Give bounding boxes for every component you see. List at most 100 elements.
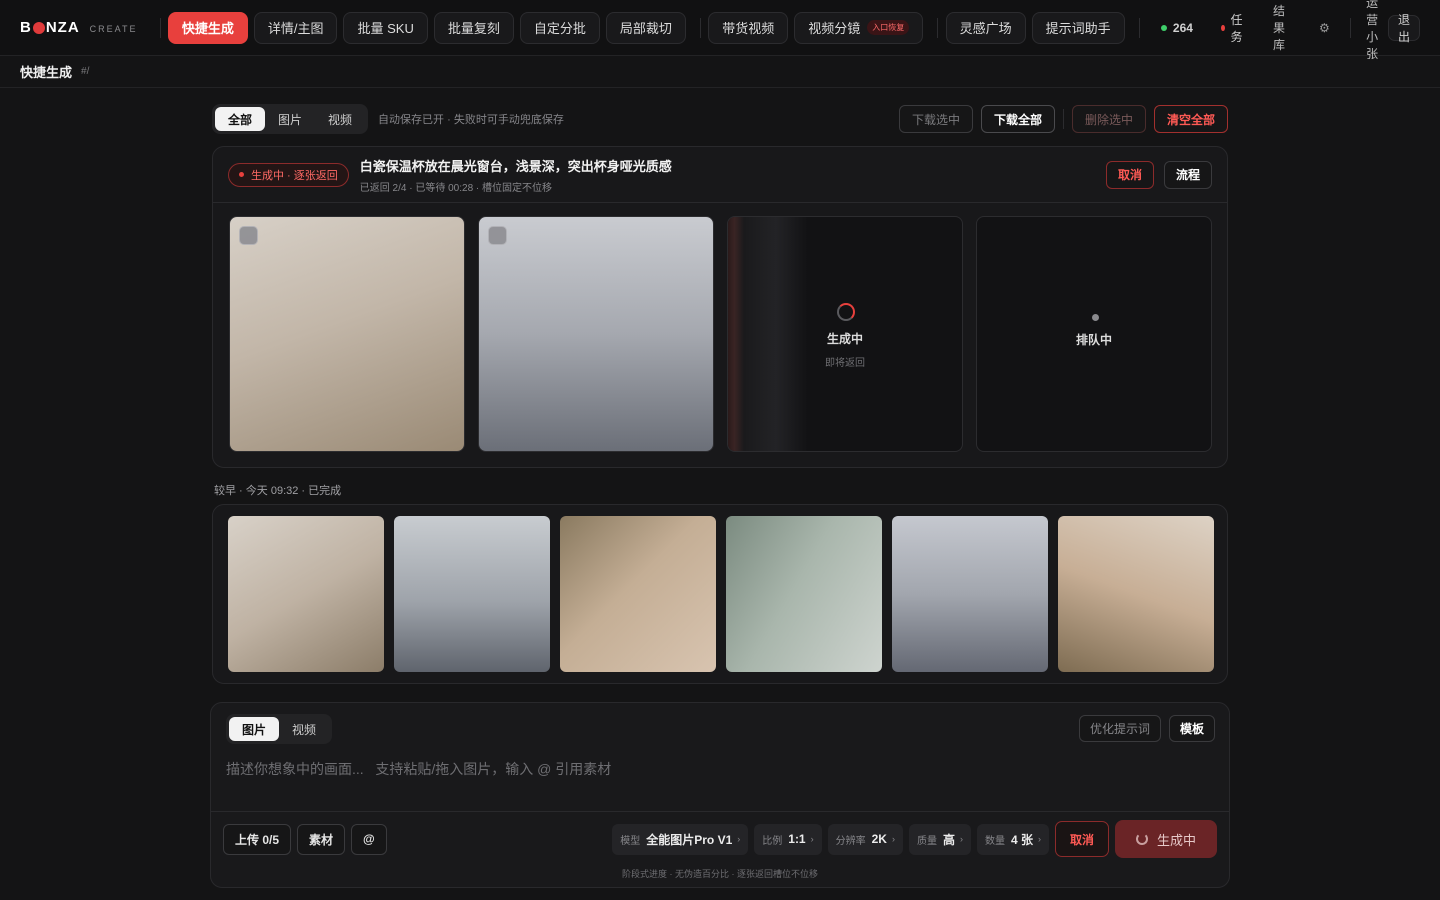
tab-video-mode[interactable]: 视频 [279, 717, 329, 741]
param-value: 高 [942, 832, 955, 847]
gear-icon[interactable]: ⚙ [1319, 21, 1330, 35]
nav-custom-batch[interactable]: 自定分批 [519, 11, 600, 44]
status-text: 生成中 · 逐张返回 [251, 169, 338, 182]
param-value: 4 张 [1010, 832, 1033, 847]
ratio-select[interactable]: 比例 1:1 › [754, 823, 822, 855]
cancel-task-button[interactable]: 取消 [1105, 160, 1154, 189]
chevron-right-icon: › [891, 834, 895, 844]
nav-detail-main-image[interactable]: 详情/主图 [253, 11, 338, 44]
prompt-input[interactable] [226, 757, 1206, 781]
generate-label: 生成中 [1156, 832, 1196, 848]
alert-dot-icon [1220, 24, 1225, 31]
nav-batch-replicate[interactable]: 批量复刻 [433, 11, 514, 44]
result-thumbnail[interactable] [394, 516, 550, 672]
assets-button[interactable]: 素材 [297, 823, 346, 855]
result-image-slot[interactable] [229, 216, 465, 452]
param-value: 2K [871, 832, 887, 846]
chevron-right-icon: › [810, 834, 814, 844]
generate-button[interactable]: 生成中 [1115, 820, 1217, 858]
queued-label: 排队中 [1075, 333, 1112, 347]
logo-subtitle: CREATE [89, 24, 138, 34]
status-badge: 入口恢复 [867, 20, 910, 35]
download-selected-button[interactable]: 下载选中 [898, 105, 973, 133]
tab-images[interactable]: 图片 [265, 107, 315, 131]
template-button[interactable]: 模板 [1168, 715, 1215, 742]
nav-video-storyboard[interactable]: 视频分镜 入口恢复 [794, 11, 924, 44]
task-meta: 已返回 2/4 · 已等待 00:28 · 槽位固定不位移 [359, 182, 553, 194]
divider [211, 811, 1229, 812]
tasks-label: 任务 [1230, 12, 1243, 44]
top-nav-bar: B NZA CREATE 快捷生成 详情/主图 批量 SKU 批量复刻 自定分批 … [0, 0, 1440, 61]
page-title: 快捷生成 [20, 65, 73, 80]
nav-prompt-assistant[interactable]: 提示词助手 [1031, 11, 1125, 44]
result-thumbnail[interactable] [726, 516, 882, 672]
result-thumbnail[interactable] [560, 516, 716, 672]
param-label: 分辨率 [835, 835, 866, 847]
queue-dot-icon [1092, 314, 1099, 321]
nav-quick-generate[interactable]: 快捷生成 [167, 11, 248, 44]
route-hash: #/ [81, 66, 90, 77]
result-thumbnail[interactable] [892, 516, 1048, 672]
cancel-generate-button[interactable]: 取消 [1054, 821, 1109, 857]
nav-inspiration-square[interactable]: 灵感广场 [945, 11, 1026, 44]
current-task-card: 生成中 · 逐张返回 白瓷保温杯放在晨光窗台，浅景深，突出杯身哑光质感 已返回 … [212, 146, 1228, 468]
optimize-prompt-button[interactable]: 优化提示词 [1078, 715, 1161, 742]
param-value: 全能图片Pro V1 [646, 832, 733, 847]
result-thumbnail[interactable] [1058, 516, 1214, 672]
delete-selected-button[interactable]: 删除选中 [1071, 105, 1146, 133]
nav-partial-crop[interactable]: 局部裁切 [605, 11, 686, 44]
model-select[interactable]: 模型 全能图片Pro V1 › [612, 823, 749, 855]
status-dot-icon [239, 172, 244, 177]
result-thumbnail[interactable] [228, 516, 384, 672]
results-library-link[interactable]: 结果库 [1273, 2, 1285, 53]
quality-select[interactable]: 质量高 › [908, 823, 971, 855]
param-label: 数量 [984, 835, 1005, 847]
flow-button[interactable]: 流程 [1163, 160, 1212, 189]
brand-logo[interactable]: B NZA CREATE [20, 19, 138, 36]
logo-dot-icon [32, 21, 45, 34]
task-header: 生成中 · 逐张返回 白瓷保温杯放在晨光窗台，浅景深，突出杯身哑光质感 已返回 … [213, 147, 1227, 203]
resolution-select[interactable]: 分辨率 2K › [827, 823, 903, 855]
mention-button[interactable]: @ [351, 823, 387, 855]
credits-counter[interactable]: 264 [1160, 21, 1193, 35]
spinner-icon [1135, 833, 1148, 845]
generating-label: 生成中 [826, 332, 863, 346]
mode-tabs: 图片 视频 [226, 714, 333, 744]
upload-button[interactable]: 上传 0/5 [223, 823, 292, 855]
progress-footnote: 阶段式进度 · 无伪造百分比 · 逐张返回槽位不位移 [622, 869, 818, 879]
user-name[interactable]: 运营小张 [1366, 0, 1382, 62]
tab-image-mode[interactable]: 图片 [229, 717, 280, 741]
earlier-results-card [212, 504, 1228, 684]
status-badge: 生成中 · 逐张返回 [228, 162, 349, 187]
filter-tabs: 全部 图片 视频 [212, 104, 369, 134]
clear-all-button[interactable]: 清空全部 [1153, 105, 1228, 133]
spinner-icon [837, 303, 855, 321]
generating-sublabel: 即将返回 [825, 358, 865, 369]
divider [1062, 109, 1064, 129]
tasks-link[interactable]: 任务 [1220, 11, 1245, 45]
download-all-button[interactable]: 下载全部 [980, 105, 1055, 133]
results-toolbar: 全部 图片 视频 自动保存已开 · 失败时可手动兜底保存 下载选中 下载全部 删… [212, 104, 1228, 134]
param-label: 质量 [916, 835, 937, 847]
task-prompt-title: 白瓷保温杯放在晨光窗台，浅景深，突出杯身哑光质感 [359, 158, 672, 174]
logo-text-start: B [20, 19, 32, 36]
thumbnail-row [228, 516, 1214, 672]
nav-video-storyboard-label: 视频分镜 [808, 21, 861, 36]
select-checkbox[interactable] [488, 226, 507, 245]
logout-button[interactable]: 退出 [1387, 13, 1420, 44]
chevron-right-icon: › [959, 834, 963, 844]
breadcrumb: 快捷生成 #/ [0, 56, 1440, 88]
chevron-right-icon: › [1037, 834, 1041, 844]
tab-videos[interactable]: 视频 [315, 107, 365, 131]
select-checkbox[interactable] [239, 226, 258, 245]
generating-slot: 生成中 即将返回 [727, 216, 963, 452]
prompt-composer: 图片 视频 优化提示词 模板 上传 0/5 素材 @ 模型全能图片Pro V1 ›… [210, 702, 1230, 888]
param-label: 模型 [620, 835, 641, 847]
nav-batch-sku[interactable]: 批量 SKU [343, 11, 428, 44]
result-image-slot[interactable] [478, 216, 714, 452]
param-value: 1:1 [788, 832, 806, 846]
online-dot-icon [1160, 24, 1167, 31]
nav-product-video[interactable]: 带货视频 [708, 11, 789, 44]
tab-all[interactable]: 全部 [215, 107, 266, 131]
count-select[interactable]: 数量 4 张 › [976, 823, 1049, 855]
